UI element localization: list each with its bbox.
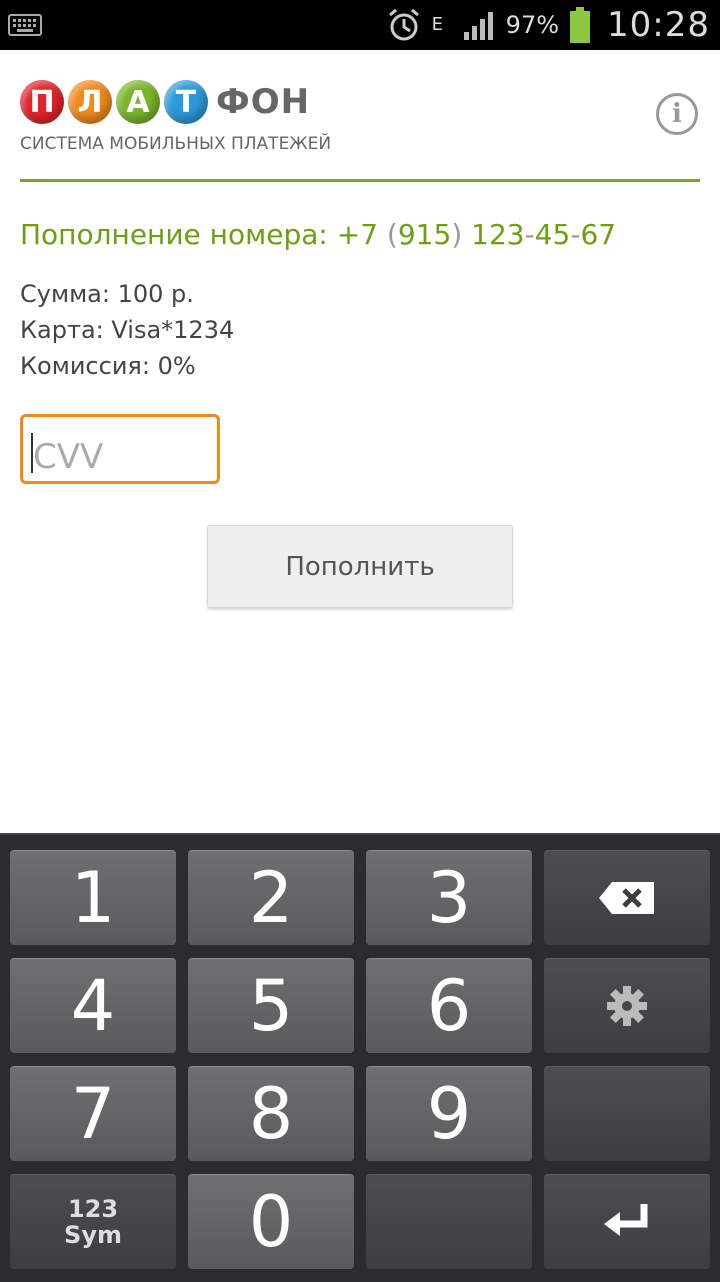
battery-percent: 97% — [505, 11, 560, 39]
blank-key[interactable] — [544, 1066, 710, 1161]
key-7[interactable]: 7 — [10, 1066, 176, 1161]
title-code: 915 — [397, 218, 452, 251]
logo-text: ФОН — [216, 82, 311, 122]
logo: П Л А Т ФОН — [20, 80, 310, 124]
numeric-keyboard: 1 2 3 4 5 6 7 8 9 123 Sym 0 — [0, 833, 720, 1282]
key-6-label: 6 — [426, 965, 472, 1047]
key-7-label: 7 — [70, 1073, 116, 1155]
sym-key-bottom: Sym — [64, 1221, 122, 1249]
header-divider — [20, 179, 700, 182]
title-paren-open: ( — [386, 218, 398, 251]
battery-icon — [570, 7, 591, 43]
logo-letter: Л — [68, 80, 112, 124]
network-type: E — [431, 14, 444, 35]
title-prefix: Пополнение номера: +7 — [20, 218, 387, 251]
title-paren-close: ) — [451, 218, 463, 251]
enter-icon — [604, 1204, 648, 1236]
status-bar: E 97% 10:28 — [0, 0, 720, 50]
gear-icon — [607, 986, 647, 1026]
keyboard-icon — [8, 14, 42, 36]
sym-key-label: 123 Sym — [64, 1196, 122, 1248]
sym-key[interactable]: 123 Sym — [10, 1174, 176, 1269]
top-up-button[interactable]: Пополнить — [207, 525, 513, 608]
cvv-input[interactable]: CVV — [20, 414, 220, 484]
title-part3: 67 — [580, 218, 617, 251]
key-8-label: 8 — [248, 1073, 294, 1155]
card-text: Карта: Visa*1234 — [20, 316, 235, 344]
clock: 10:28 — [607, 5, 710, 45]
alarm-icon — [388, 8, 419, 41]
top-up-button-label: Пополнить — [285, 551, 435, 582]
key-2-label: 2 — [248, 857, 294, 939]
settings-key[interactable] — [544, 958, 710, 1053]
space-key[interactable] — [366, 1174, 532, 1269]
cvv-placeholder: CVV — [33, 437, 104, 477]
signal-icon — [463, 12, 493, 40]
key-5-label: 5 — [248, 965, 294, 1047]
info-button[interactable]: i — [656, 93, 698, 135]
title-dash2: - — [570, 218, 581, 251]
key-6[interactable]: 6 — [366, 958, 532, 1053]
key-8[interactable]: 8 — [188, 1066, 354, 1161]
logo-letter: Т — [164, 80, 208, 124]
key-4[interactable]: 4 — [10, 958, 176, 1053]
key-4-label: 4 — [70, 965, 116, 1047]
key-1[interactable]: 1 — [10, 850, 176, 945]
commission-text: Комиссия: 0% — [20, 352, 196, 380]
enter-key[interactable] — [544, 1174, 710, 1269]
key-9[interactable]: 9 — [366, 1066, 532, 1161]
key-3[interactable]: 3 — [366, 850, 532, 945]
amount-text: Сумма: 100 р. — [20, 280, 194, 308]
page-title: Пополнение номера: +7 (915) 123-45-67 — [20, 218, 616, 251]
key-2[interactable]: 2 — [188, 850, 354, 945]
key-0[interactable]: 0 — [188, 1174, 354, 1269]
key-5[interactable]: 5 — [188, 958, 354, 1053]
logo-subtitle: СИСТЕМА МОБИЛЬНЫХ ПЛАТЕЖЕЙ — [20, 134, 332, 154]
key-3-label: 3 — [426, 857, 472, 939]
sym-key-top: 123 — [67, 1195, 119, 1223]
backspace-key[interactable] — [544, 850, 710, 945]
logo-letter: П — [20, 80, 64, 124]
key-0-label: 0 — [248, 1181, 294, 1263]
title-dash1: - — [524, 218, 535, 251]
logo-letter: А — [116, 80, 160, 124]
info-icon: i — [672, 99, 682, 129]
key-9-label: 9 — [426, 1073, 472, 1155]
title-part1: 123 — [462, 218, 525, 251]
key-1-label: 1 — [70, 857, 116, 939]
title-part2: 45 — [534, 218, 571, 251]
data-arrows-icon: E — [431, 14, 452, 35]
backspace-icon — [599, 882, 654, 914]
